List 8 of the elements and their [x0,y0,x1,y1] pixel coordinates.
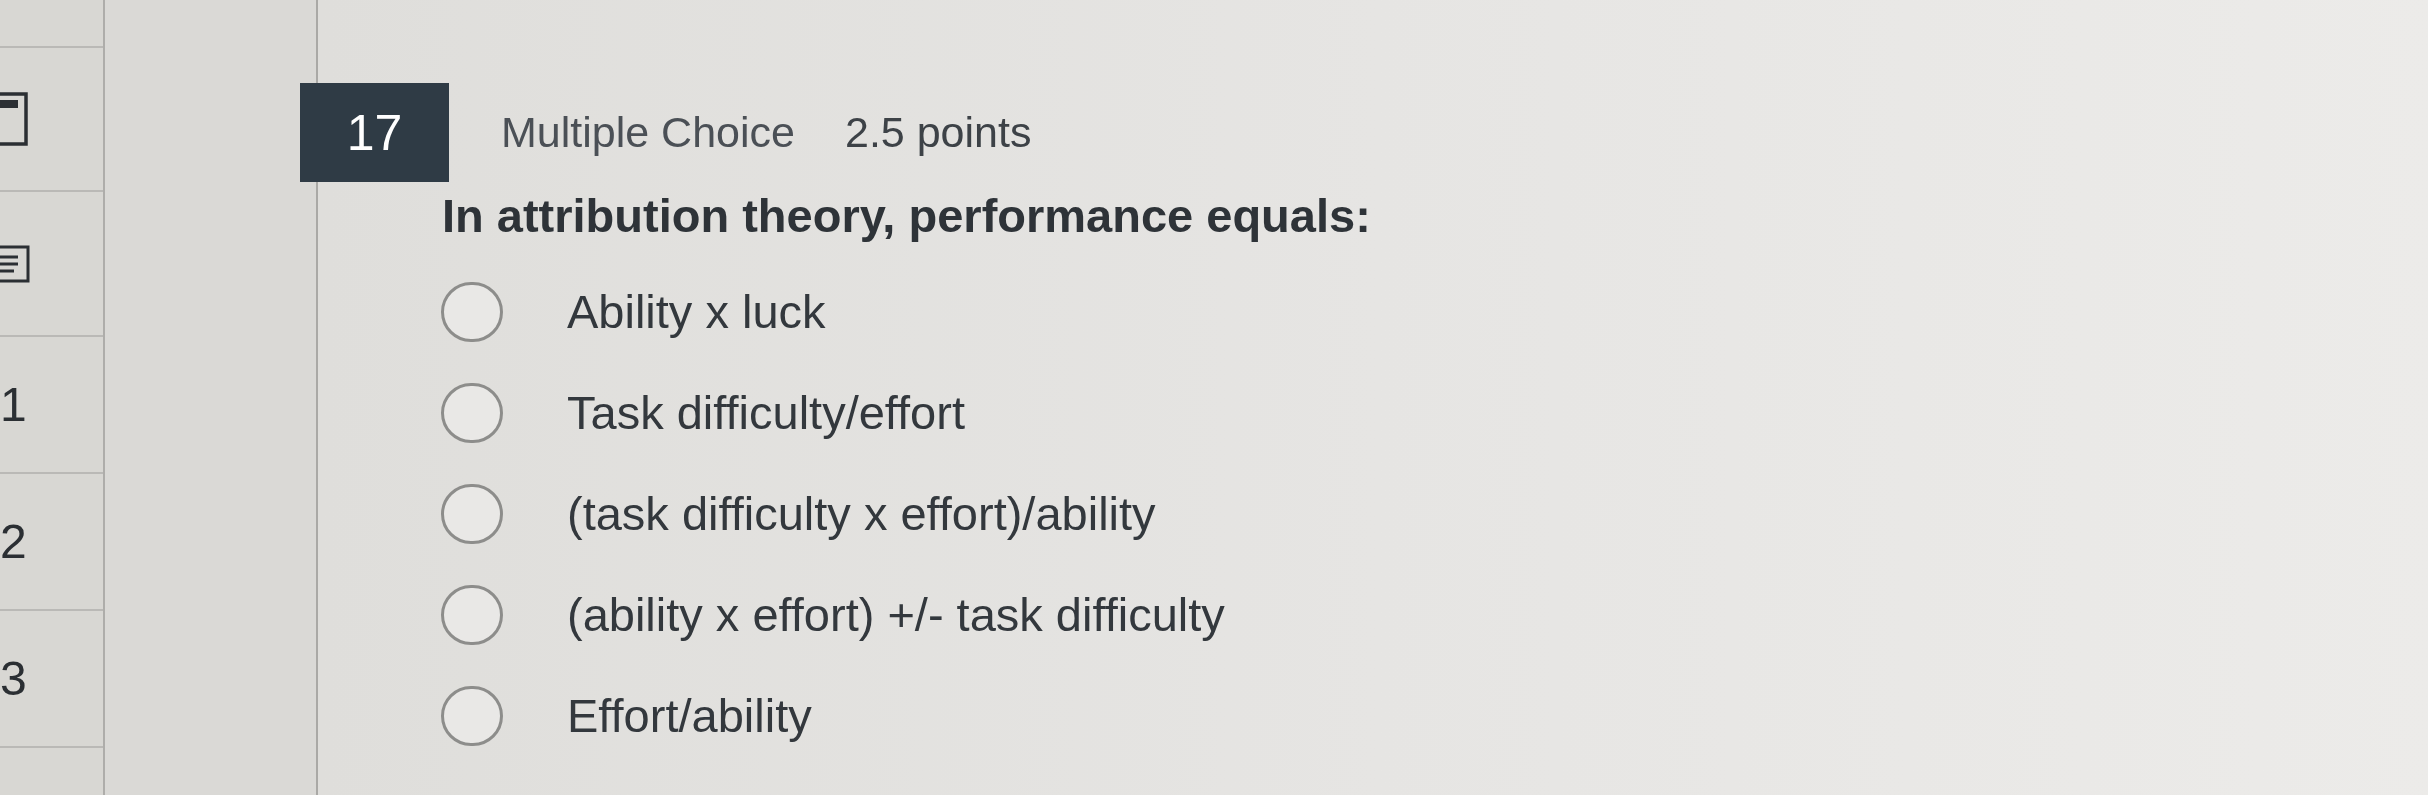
question-link[interactable]: 1 [0,380,27,429]
document-lines-icon[interactable] [0,244,30,283]
window-icon[interactable] [0,92,28,146]
question-type: Multiple Choice [501,111,795,154]
question-points: 2.5 points [844,111,1032,154]
question-link[interactable]: 2 [0,517,27,566]
question-number: 17 [300,83,449,182]
question-link[interactable]: 3 [0,654,27,703]
